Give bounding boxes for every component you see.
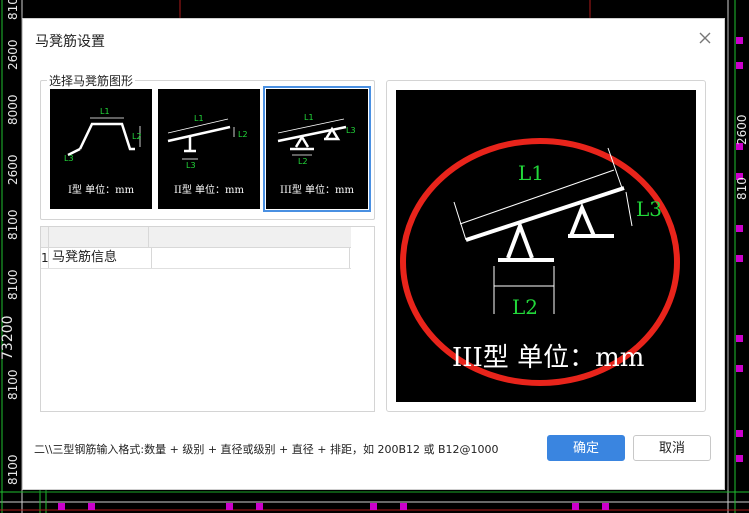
shape-preview-panel: L1 L3 L2 III型 单位：mm: [386, 80, 706, 412]
dim-label: 8100: [6, 454, 20, 485]
dim-label: 2600: [6, 39, 20, 70]
dim-label: 8000: [6, 94, 20, 125]
shape-type-2-option[interactable]: L1 L2 L3 II型 单位：mm: [158, 89, 260, 209]
type-3-preview-drawing: L1 L3 L2 III型 单位：mm: [400, 138, 680, 386]
cancel-button[interactable]: 取消: [633, 435, 711, 461]
table-row[interactable]: 1 马凳筋信息: [41, 248, 351, 269]
row-value-cell[interactable]: [149, 248, 350, 268]
preview-caption: III型 单位：mm: [452, 343, 644, 373]
svg-text:L3: L3: [186, 161, 196, 170]
dim-label: 810: [735, 177, 749, 200]
svg-text:L2: L2: [298, 157, 308, 166]
label-l2: L2: [512, 295, 538, 319]
row-index: 1: [41, 248, 49, 268]
svg-text:L1: L1: [304, 113, 314, 122]
group-title: 选择马凳筋图形: [47, 72, 136, 89]
dim-label: 8100: [6, 369, 20, 400]
dim-label: 73200: [0, 315, 16, 360]
dim-label: 2600: [6, 154, 20, 185]
table-header: [41, 227, 351, 248]
rebar-chair-settings-dialog: 马凳筋设置 选择马凳筋图形 L1 L2 L3 I型 单位：mm L1 L2 L3…: [22, 18, 725, 490]
label-l1: L1: [518, 161, 544, 185]
dim-label: 8100: [6, 269, 20, 300]
shape-type-1-option[interactable]: L1 L2 L3 I型 单位：mm: [50, 89, 152, 209]
svg-text:L1: L1: [100, 107, 110, 116]
rebar-info-table: 1 马凳筋信息: [40, 226, 375, 412]
dim-label: 8100: [6, 209, 20, 240]
dim-label: 810: [6, 0, 20, 20]
shape-type-3-option[interactable]: L1 L3 L2 III型 单位：mm: [263, 86, 371, 212]
row-name: 马凳筋信息: [49, 248, 152, 268]
ok-button[interactable]: 确定: [547, 435, 625, 461]
svg-text:L2: L2: [132, 132, 142, 141]
shape-caption: II型 单位：mm: [173, 185, 245, 196]
svg-text:L3: L3: [64, 154, 74, 163]
label-l3: L3: [636, 197, 662, 221]
svg-text:L2: L2: [238, 130, 248, 139]
shape-caption: III型 单位：mm: [280, 185, 354, 196]
dim-label: 2600: [735, 114, 749, 145]
close-icon[interactable]: [696, 29, 714, 47]
svg-text:L3: L3: [346, 126, 356, 135]
svg-text:L1: L1: [194, 114, 204, 123]
input-format-hint: 二\\三型钢筋输入格式:数量 + 级别 + 直径或级别 + 直径 + 排距，如 …: [34, 443, 499, 456]
shape-selection-group: 选择马凳筋图形 L1 L2 L3 I型 单位：mm L1 L2 L3 II型 单…: [40, 72, 375, 220]
shape-caption: I型 单位：mm: [67, 185, 135, 196]
dialog-title: 马凳筋设置: [35, 34, 105, 50]
